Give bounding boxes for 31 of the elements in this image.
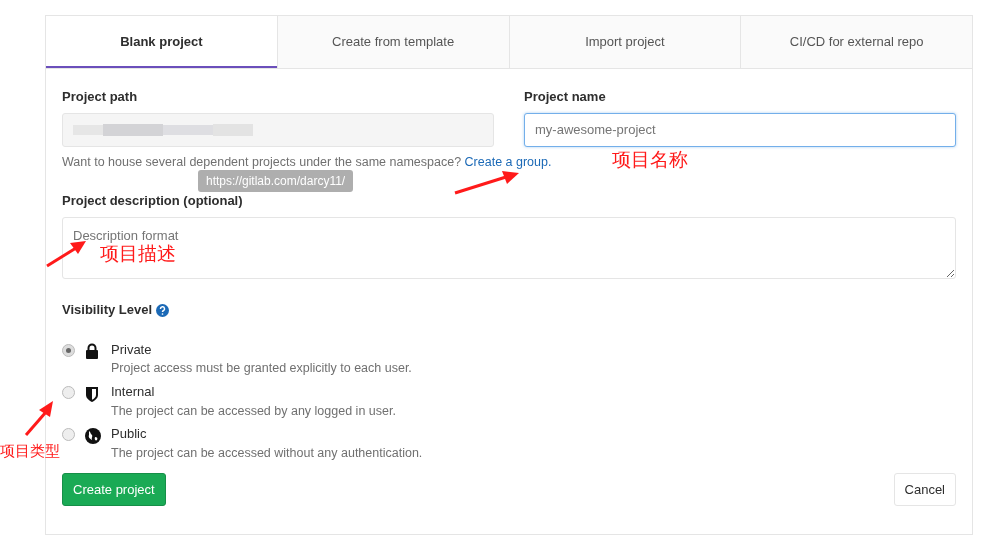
field-label: Project description (optional) xyxy=(62,192,243,211)
field-label: Project path xyxy=(62,88,138,106)
tab[interactable]: Create from template xyxy=(277,16,510,68)
project-name-field[interactable]: my-awesome-project xyxy=(524,112,956,147)
option-description: The project can be accessed by any logged in user. xyxy=(111,402,396,420)
globe-icon xyxy=(85,427,101,444)
shield-icon xyxy=(85,385,99,402)
url-tooltip: https://gitlab.com/darcy11/ xyxy=(198,170,354,192)
field-label: Project name xyxy=(524,88,606,106)
option-title: Private xyxy=(111,340,153,359)
arrow xyxy=(22,398,56,438)
create-group-link[interactable]: Create a group. xyxy=(464,154,552,169)
annotation-label: 项目描述 xyxy=(100,243,176,266)
option-description: The project can be accessed without any authentication. xyxy=(111,444,423,462)
annotation-label: 项目名称 xyxy=(612,148,688,172)
radio-button[interactable] xyxy=(62,386,75,399)
option-description: Project access must be granted explicitly to each user. xyxy=(111,360,412,378)
project-path-field[interactable] xyxy=(62,112,494,147)
cancel-button[interactable]: Cancel xyxy=(893,472,956,506)
field-label: Visibility Level xyxy=(62,301,153,320)
lock-icon xyxy=(85,343,99,360)
tab[interactable]: Import project xyxy=(509,16,742,68)
tab[interactable]: Blank project xyxy=(46,16,278,68)
tab[interactable]: CI/CD for external repo xyxy=(741,16,972,68)
annotation-label: 项目类型 xyxy=(0,441,60,461)
radio-button[interactable] xyxy=(62,343,75,357)
help-text: Want to house several dependent projects under the same namespace? Create a group. xyxy=(62,153,552,171)
help-icon[interactable] xyxy=(156,303,170,317)
option-title: Public xyxy=(111,425,148,444)
option-title: Internal xyxy=(111,383,156,401)
radio-button[interactable] xyxy=(62,428,75,442)
